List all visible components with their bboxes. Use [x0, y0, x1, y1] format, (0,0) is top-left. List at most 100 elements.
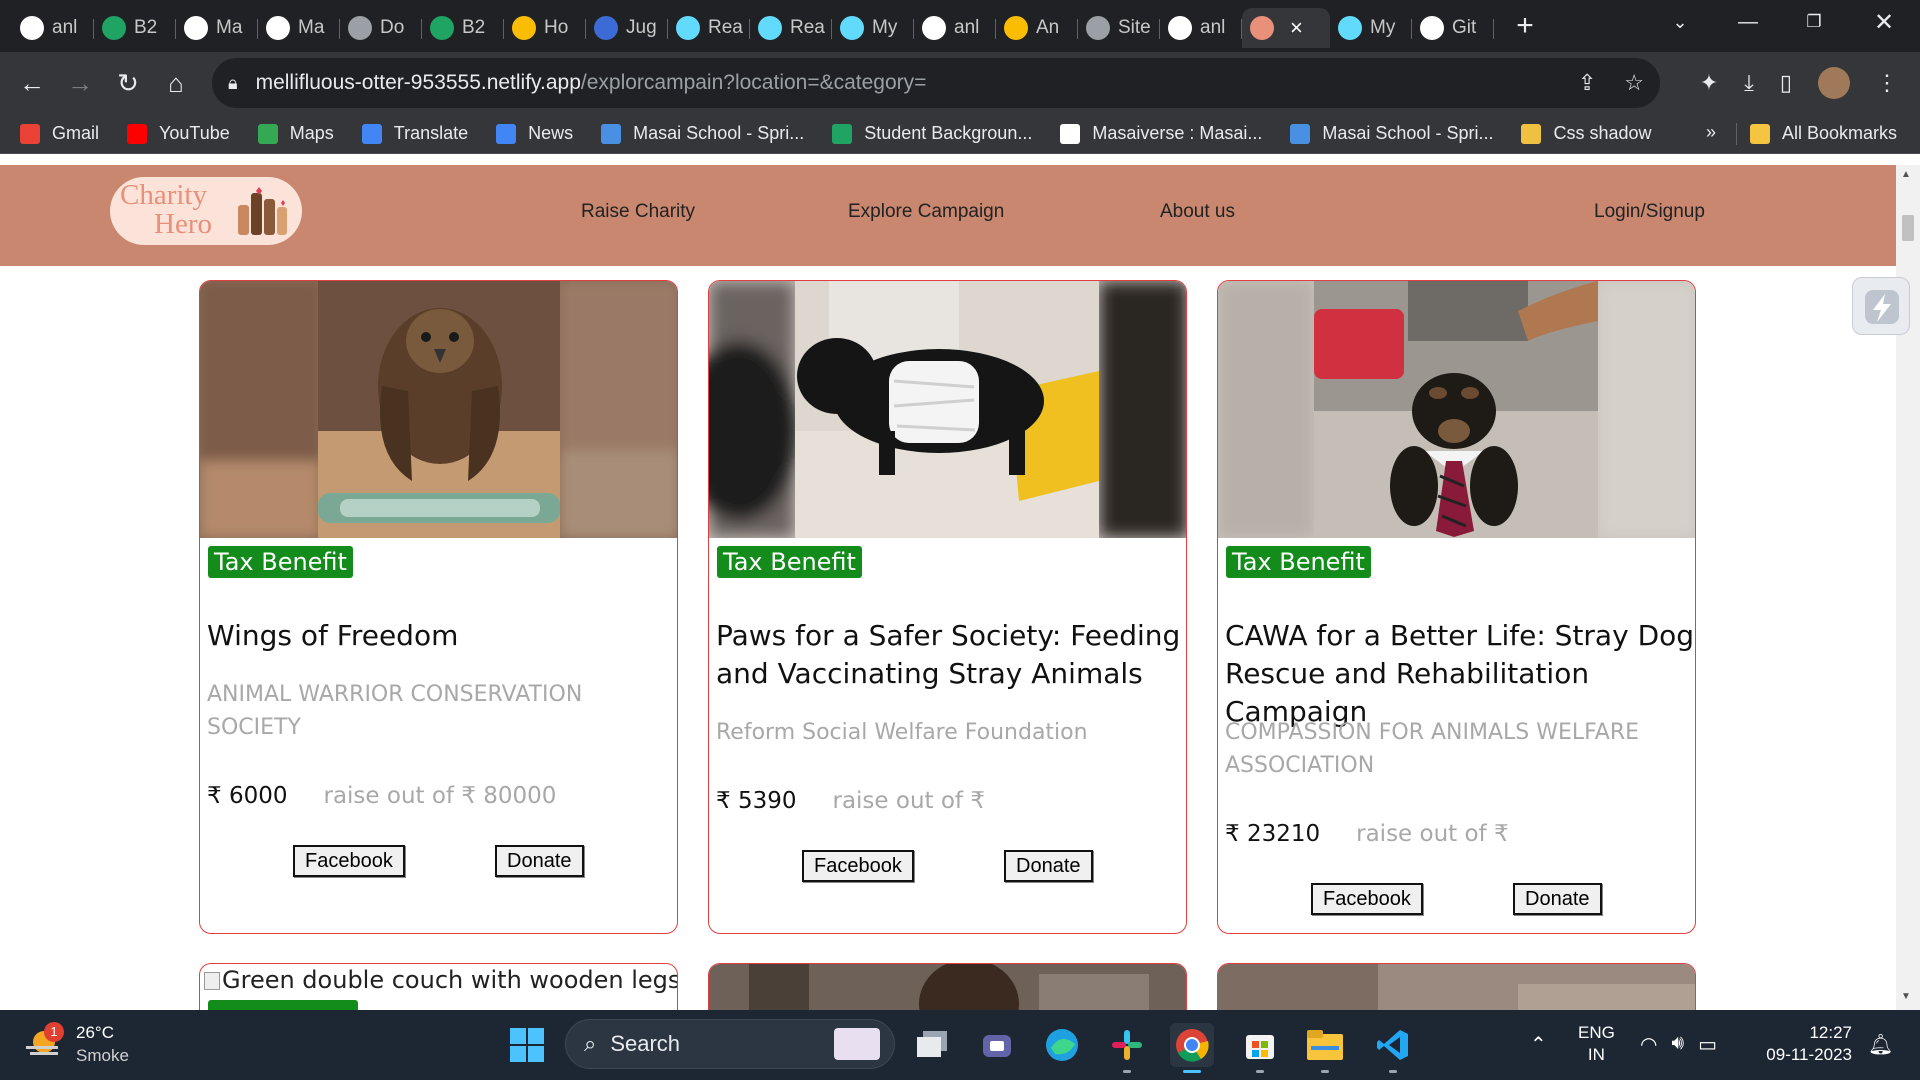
vscode-icon[interactable]: [1371, 1023, 1415, 1073]
extensions-icon[interactable]: ✦: [1700, 70, 1718, 96]
task-view-icon[interactable]: [910, 1023, 954, 1067]
browser-tab[interactable]: anl: [1160, 8, 1242, 48]
campaign-card[interactable]: Tax Benefit CAWA for a Better Life: Stra…: [1217, 280, 1696, 934]
back-button[interactable]: ←: [8, 59, 56, 107]
teams-chat-icon[interactable]: [975, 1023, 1019, 1067]
new-tab-button[interactable]: +: [1508, 9, 1542, 43]
sheets-icon: [832, 123, 853, 144]
browser-tab[interactable]: anl: [12, 8, 94, 48]
chrome-icon[interactable]: [1170, 1023, 1214, 1073]
browser-tab[interactable]: ×: [1242, 8, 1330, 48]
facebook-button[interactable]: Facebook: [802, 850, 914, 882]
wifi-icon: ◠: [1640, 1034, 1658, 1056]
nav-login-signup[interactable]: Login/Signup: [1594, 201, 1705, 223]
browser-tab[interactable]: My: [832, 8, 914, 48]
scroll-down-arrow[interactable]: ▼: [1901, 991, 1911, 1002]
browser-tab[interactable]: Ma: [176, 8, 258, 48]
close-tab-icon[interactable]: ×: [1290, 15, 1303, 41]
slack-running-indicator: [1123, 1070, 1131, 1073]
edge-icon[interactable]: [1040, 1023, 1084, 1067]
close-window-button[interactable]: ✕: [1856, 0, 1912, 44]
facebook-button[interactable]: Facebook: [1311, 883, 1423, 915]
slack-icon[interactable]: [1105, 1023, 1149, 1073]
scroll-thumb[interactable]: [1902, 215, 1914, 241]
system-tray-icons[interactable]: ◠ 🔊︎ ▭: [1640, 1032, 1717, 1057]
bookmark-item[interactable]: Gmail: [20, 123, 99, 144]
donate-button[interactable]: Donate: [1513, 883, 1602, 915]
donate-button[interactable]: Donate: [495, 845, 584, 877]
browser-tab[interactable]: Jug: [586, 8, 668, 48]
github-icon: [922, 16, 946, 40]
bookmark-item[interactable]: Css shadow: [1521, 123, 1652, 144]
donate-button[interactable]: Donate: [1004, 850, 1093, 882]
clock[interactable]: 12:27 09-11-2023: [1752, 1022, 1852, 1066]
volume-icon: 🔊︎: [1671, 1032, 1685, 1054]
microsoft-store-icon[interactable]: [1238, 1023, 1282, 1073]
menu-icon[interactable]: ⋮: [1876, 70, 1898, 96]
facebook-button[interactable]: Facebook: [293, 845, 405, 877]
browser-tab[interactable]: anl: [914, 8, 996, 48]
github-icon: [20, 16, 44, 40]
campaign-card[interactable]: [708, 963, 1187, 1010]
restore-button[interactable]: ❐: [1786, 0, 1842, 44]
nav-explore-campaign[interactable]: Explore Campaign: [848, 201, 1004, 223]
browser-tab[interactable]: Ho: [504, 8, 586, 48]
bookmark-item[interactable]: Maps: [257, 123, 334, 144]
tab-search-icon[interactable]: ⌄: [1652, 0, 1708, 44]
tab-title: My: [872, 17, 898, 38]
download-icon[interactable]: ⤓: [1744, 70, 1754, 96]
charity-hero-logo[interactable]: Charity Hero: [110, 177, 302, 245]
browser-tab[interactable]: An: [996, 8, 1078, 48]
share-icon[interactable]: ⇪: [1578, 70, 1596, 96]
more-bookmarks-button[interactable]: »: [1706, 122, 1716, 143]
bookmark-item[interactable]: Masaiverse : Masai...: [1060, 123, 1262, 144]
browser-tab[interactable]: Rea: [750, 8, 832, 48]
nav-raise-charity[interactable]: Raise Charity: [581, 201, 695, 223]
m-icon: [184, 16, 208, 40]
show-hidden-icons-chevron[interactable]: ⌃: [1530, 1032, 1547, 1057]
scroll-up-arrow[interactable]: ▲: [1901, 169, 1911, 180]
drive-icon: [1004, 16, 1028, 40]
bookmark-item[interactable]: Masai School - Spri...: [1290, 123, 1493, 144]
browser-tab[interactable]: Rea: [668, 8, 750, 48]
file-explorer-icon[interactable]: [1303, 1023, 1347, 1073]
campaign-card[interactable]: Tax Benefit Wings of Freedom ANIMAL WARR…: [199, 280, 678, 934]
bookmark-label: Maps: [289, 123, 334, 143]
browser-tab[interactable]: Ma: [258, 8, 340, 48]
clock-time: 12:27: [1809, 1023, 1852, 1042]
reload-button[interactable]: ↻: [104, 59, 152, 107]
bookmark-item[interactable]: YouTube: [127, 123, 230, 144]
bookmark-item[interactable]: News: [496, 123, 573, 144]
notification-bell-icon[interactable]: 🔔︎: [1868, 1032, 1893, 1057]
bookmark-divider: [1736, 123, 1737, 145]
tab-title: Do: [380, 17, 405, 38]
taskbar-search-box[interactable]: ⌕ Search: [565, 1019, 895, 1069]
windows-start-icon[interactable]: [505, 1023, 549, 1067]
browser-tab[interactable]: Do: [340, 8, 422, 48]
side-panel-icon[interactable]: ▯: [1780, 70, 1792, 96]
bookmark-star-icon[interactable]: ☆: [1624, 70, 1644, 96]
nav-about-us[interactable]: About us: [1160, 201, 1235, 223]
browser-tab[interactable]: B2: [94, 8, 176, 48]
forward-button[interactable]: →: [56, 59, 104, 107]
charity-icon: [1250, 16, 1274, 40]
home-button[interactable]: ⌂: [152, 59, 200, 107]
bookmark-item[interactable]: Student Backgroun...: [832, 123, 1032, 144]
minimize-button[interactable]: —: [1720, 0, 1776, 44]
floating-extension-widget[interactable]: [1852, 277, 1910, 335]
browser-tab[interactable]: B2: [422, 8, 504, 48]
profile-avatar[interactable]: [1818, 67, 1850, 99]
campaign-card[interactable]: Green double couch with wooden legs: [199, 963, 678, 1010]
browser-tab[interactable]: Git: [1412, 8, 1494, 48]
address-bar[interactable]: 🔒︎ mellifluous-otter-953555.netlify.app /…: [212, 58, 1660, 108]
language-indicator[interactable]: ENG IN: [1578, 1022, 1615, 1066]
campaign-card[interactable]: Tax Benefit Paws for a Safer Society: Fe…: [708, 280, 1187, 934]
all-bookmarks-button[interactable]: All Bookmarks: [1750, 123, 1897, 144]
campaign-card[interactable]: [1217, 963, 1696, 1010]
weather-icon[interactable]: 1: [22, 1022, 64, 1062]
bookmark-item[interactable]: Masai School - Spri...: [601, 123, 804, 144]
browser-tab[interactable]: My: [1330, 8, 1412, 48]
browser-tab[interactable]: Site: [1078, 8, 1160, 48]
tab-list: anl B2 Ma Ma Do B2 Ho Jug Rea Rea My anl An Site anl × M…: [12, 4, 1494, 48]
bookmark-item[interactable]: Translate: [361, 123, 468, 144]
